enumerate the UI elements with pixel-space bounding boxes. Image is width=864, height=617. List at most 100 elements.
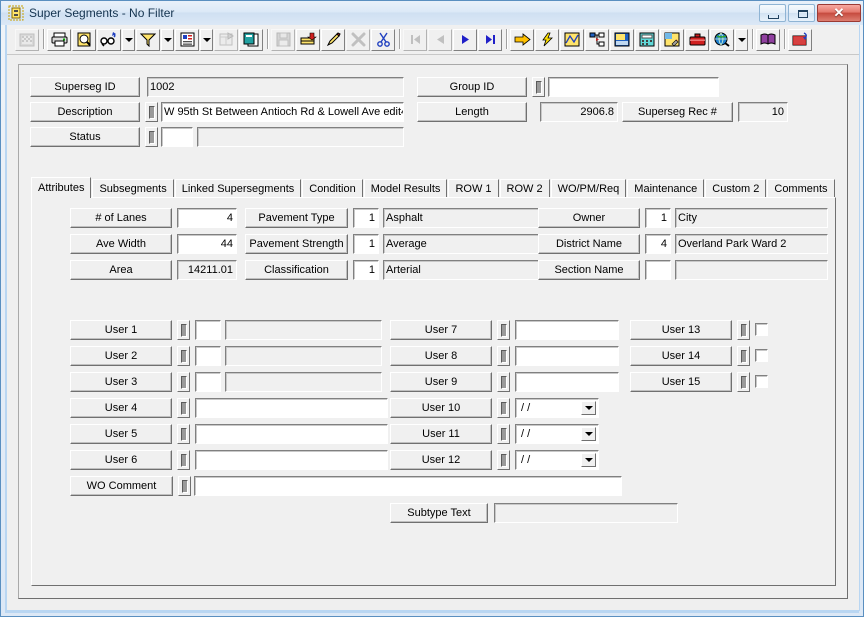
user-field-label-user-2[interactable]: User 2 [70, 346, 172, 366]
delete-record-icon[interactable] [346, 29, 370, 51]
lightning-icon[interactable] [535, 29, 559, 51]
user-field-label-user-4[interactable]: User 4 [70, 398, 172, 418]
user-field-label-user-11[interactable]: User 11 [390, 424, 492, 444]
attribute-value-ave-width[interactable]: 44 [177, 234, 237, 254]
user-field-lookup-user-3[interactable] [177, 372, 190, 392]
cut-icon[interactable] [371, 29, 395, 51]
globe-search-icon[interactable] [710, 29, 734, 51]
user-field-lookup-user-13[interactable] [737, 320, 750, 340]
user-field-date-dropdown-user-12[interactable] [581, 453, 596, 467]
user-field-lookup-user-12[interactable] [497, 450, 510, 470]
edit-record-icon[interactable] [321, 29, 345, 51]
length-label-button[interactable]: Length [417, 102, 527, 122]
tab-maintenance[interactable]: Maintenance [627, 179, 704, 198]
user-field-checkbox-user-14[interactable] [755, 349, 768, 362]
wo-comment-lookup-button[interactable] [178, 476, 191, 496]
tab-row-1[interactable]: ROW 1 [448, 179, 498, 198]
group-id-input[interactable] [548, 77, 719, 97]
previous-record-icon[interactable] [428, 29, 452, 51]
user-field-label-user-1[interactable]: User 1 [70, 320, 172, 340]
user-field-label-user-15[interactable]: User 15 [630, 372, 732, 392]
tab-linked-supersegments[interactable]: Linked Supersegments [175, 179, 302, 198]
group-id-label-button[interactable]: Group ID [417, 77, 527, 97]
maximize-button[interactable] [788, 4, 815, 22]
user-field-label-user-8[interactable]: User 8 [390, 346, 492, 366]
close-button[interactable]: ✕ [817, 4, 861, 22]
print-icon[interactable] [47, 29, 71, 51]
minimize-button[interactable] [759, 4, 786, 22]
user-field-label-user-13[interactable]: User 13 [630, 320, 732, 340]
user-field-lookup-user-6[interactable] [177, 450, 190, 470]
tab-comments[interactable]: Comments [767, 179, 834, 198]
user-field-date-user-12[interactable]: / / [515, 450, 599, 470]
user-field-lookup-user-14[interactable] [737, 346, 750, 366]
image-icon[interactable] [610, 29, 634, 51]
user-field-checkbox-user-13[interactable] [755, 323, 768, 336]
group-id-lookup-button[interactable] [532, 77, 545, 97]
user-field-lookup-user-10[interactable] [497, 398, 510, 418]
description-label-button[interactable]: Description [30, 102, 140, 122]
attribute-label-ave-width[interactable]: Ave Width [70, 234, 172, 254]
attribute-value-of-lanes[interactable]: 4 [177, 208, 237, 228]
toolbox-icon[interactable] [685, 29, 709, 51]
user-field-label-user-14[interactable]: User 14 [630, 346, 732, 366]
description-lookup-button[interactable] [145, 102, 158, 122]
user-field-date-user-11[interactable]: / / [515, 424, 599, 444]
goto-icon[interactable] [510, 29, 534, 51]
filter-icon[interactable] [136, 29, 160, 51]
properties-icon[interactable] [214, 29, 238, 51]
attribute-code-pavement-type[interactable]: 1 [353, 208, 379, 228]
grid-view-icon[interactable] [15, 29, 39, 51]
user-field-label-user-3[interactable]: User 3 [70, 372, 172, 392]
user-field-lookup-user-2[interactable] [177, 346, 190, 366]
copy-to-icon[interactable] [239, 29, 263, 51]
user-field-lookup-user-1[interactable] [177, 320, 190, 340]
user-field-label-user-12[interactable]: User 12 [390, 450, 492, 470]
add-record-icon[interactable] [296, 29, 320, 51]
tab-attributes[interactable]: Attributes [31, 177, 91, 198]
last-record-icon[interactable] [478, 29, 502, 51]
user-field-label-user-9[interactable]: User 9 [390, 372, 492, 392]
attribute-code-classification[interactable]: 1 [353, 260, 379, 280]
filter-dropdown-icon[interactable] [161, 29, 174, 51]
gis-icon[interactable] [660, 29, 684, 51]
print-preview-icon[interactable] [72, 29, 96, 51]
attribute-code-section-name[interactable] [645, 260, 671, 280]
report-dropdown-icon[interactable] [200, 29, 213, 51]
help-book-icon[interactable] [756, 29, 780, 51]
subtype-text-label-button[interactable]: Subtype Text [390, 503, 488, 523]
save-icon[interactable] [271, 29, 295, 51]
user-field-code-user-2[interactable] [195, 346, 221, 366]
user-field-label-user-6[interactable]: User 6 [70, 450, 172, 470]
user-field-lookup-user-7[interactable] [497, 320, 510, 340]
attribute-code-owner[interactable]: 1 [645, 208, 671, 228]
superseg-rec-label-button[interactable]: Superseg Rec # [622, 102, 733, 122]
user-field-date-user-10[interactable]: / / [515, 398, 599, 418]
attribute-label-area[interactable]: Area [70, 260, 172, 280]
superseg-id-label-button[interactable]: Superseg ID [30, 77, 140, 97]
attribute-label-of-lanes[interactable]: # of Lanes [70, 208, 172, 228]
user-field-input-user-7[interactable] [515, 320, 619, 340]
superseg-id-value[interactable]: 1002 [147, 77, 404, 97]
user-field-label-user-5[interactable]: User 5 [70, 424, 172, 444]
wo-comment-input[interactable] [194, 476, 622, 496]
user-field-input-user-4[interactable] [195, 398, 388, 418]
tab-custom-2[interactable]: Custom 2 [705, 179, 766, 198]
user-field-label-user-7[interactable]: User 7 [390, 320, 492, 340]
report-icon[interactable] [175, 29, 199, 51]
user-field-lookup-user-11[interactable] [497, 424, 510, 444]
attribute-label-classification[interactable]: Classification [245, 260, 348, 280]
attribute-code-district-name[interactable]: 4 [645, 234, 671, 254]
attribute-label-section-name[interactable]: Section Name [538, 260, 640, 280]
user-field-lookup-user-8[interactable] [497, 346, 510, 366]
attribute-code-pavement-strength[interactable]: 1 [353, 234, 379, 254]
export-icon[interactable] [788, 29, 812, 51]
user-field-lookup-user-5[interactable] [177, 424, 190, 444]
user-field-date-dropdown-user-10[interactable] [581, 401, 596, 415]
user-field-input-user-6[interactable] [195, 450, 388, 470]
user-field-date-dropdown-user-11[interactable] [581, 427, 596, 441]
wo-comment-label-button[interactable]: WO Comment [70, 476, 173, 496]
tab-row-2[interactable]: ROW 2 [500, 179, 550, 198]
attribute-label-owner[interactable]: Owner [538, 208, 640, 228]
user-field-input-user-8[interactable] [515, 346, 619, 366]
